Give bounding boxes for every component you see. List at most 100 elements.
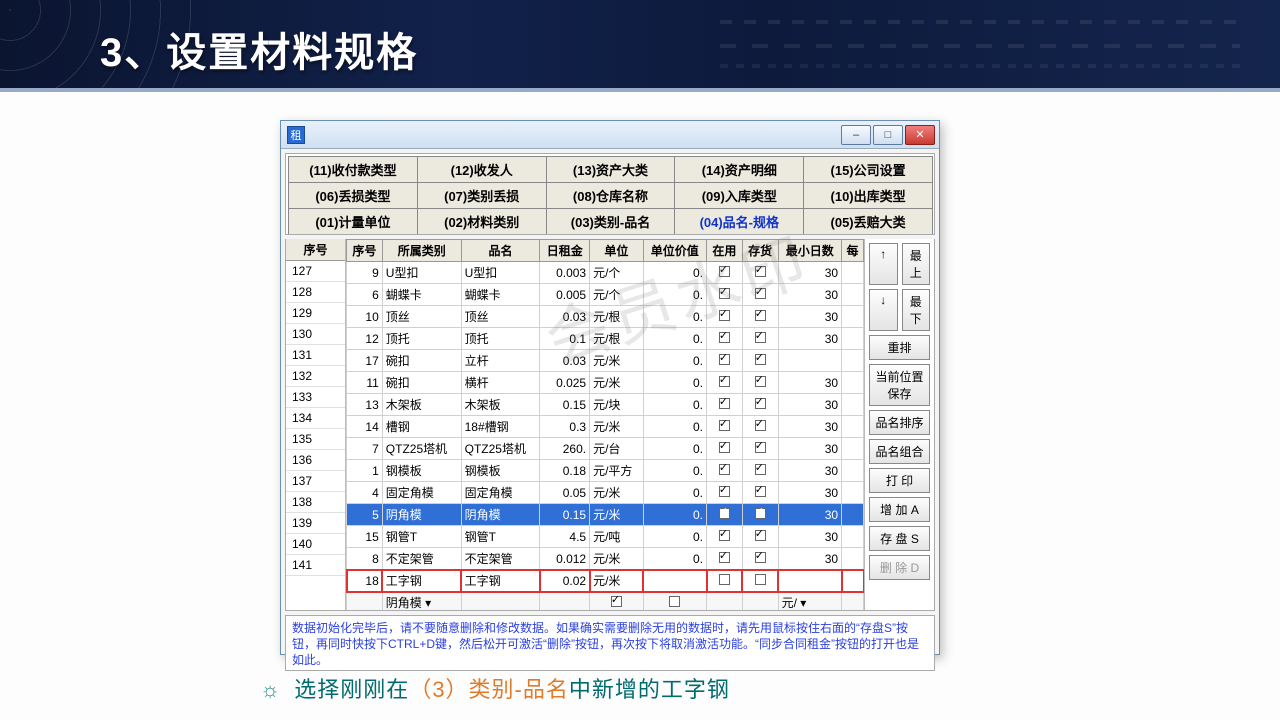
column-header[interactable]: 存货: [742, 240, 778, 262]
checkbox[interactable]: [755, 376, 766, 387]
checkbox[interactable]: [719, 508, 730, 519]
column-header[interactable]: 在用: [707, 240, 743, 262]
index-item[interactable]: 136: [286, 450, 345, 471]
table-row[interactable]: 10顶丝顶丝0.03元/根0.30: [347, 306, 864, 328]
checkbox[interactable]: [719, 530, 730, 541]
save-position-button[interactable]: 当前位置保存: [869, 364, 930, 406]
column-header[interactable]: 序号: [347, 240, 383, 262]
checkbox[interactable]: [755, 354, 766, 365]
table-row[interactable]: 13木架板木架板0.15元/块0.30: [347, 394, 864, 416]
index-item[interactable]: 139: [286, 513, 345, 534]
checkbox[interactable]: [719, 442, 730, 453]
checkbox[interactable]: [755, 508, 766, 519]
table-row[interactable]: 12顶托顶托0.1元/根0.30: [347, 328, 864, 350]
column-header[interactable]: 每: [842, 240, 864, 262]
titlebar[interactable]: 租 – □ ✕: [281, 121, 939, 149]
index-item[interactable]: 135: [286, 429, 345, 450]
index-item[interactable]: 134: [286, 408, 345, 429]
tab[interactable]: (08)仓库名称: [546, 182, 676, 208]
column-header[interactable]: 所属类别: [382, 240, 461, 262]
add-button[interactable]: 增 加 A: [869, 497, 930, 522]
table-row[interactable]: 18工字钢工字钢0.02元/米: [347, 570, 864, 592]
index-item[interactable]: 140: [286, 534, 345, 555]
delete-button[interactable]: 删 除 D: [869, 555, 930, 580]
tab[interactable]: (09)入库类型: [674, 182, 804, 208]
index-item[interactable]: 127: [286, 261, 345, 282]
index-item[interactable]: 130: [286, 324, 345, 345]
tab[interactable]: (15)公司设置: [803, 156, 933, 182]
table-row[interactable]: 11碗扣横杆0.025元/米0.30: [347, 372, 864, 394]
tab[interactable]: (07)类别丢损: [417, 182, 547, 208]
tab[interactable]: (02)材料类别: [417, 208, 547, 234]
table-row[interactable]: 4固定角模固定角模0.05元/米0.30: [347, 482, 864, 504]
column-header[interactable]: 单位价值: [643, 240, 706, 262]
checkbox[interactable]: [755, 442, 766, 453]
checkbox[interactable]: [719, 486, 730, 497]
checkbox[interactable]: [719, 310, 730, 321]
table-row[interactable]: 8不定架管不定架管0.012元/米0.30: [347, 548, 864, 570]
minimize-button[interactable]: –: [841, 125, 871, 145]
checkbox[interactable]: [719, 552, 730, 563]
tab[interactable]: (06)丢损类型: [288, 182, 418, 208]
index-item[interactable]: 129: [286, 303, 345, 324]
checkbox[interactable]: [719, 574, 730, 585]
index-item[interactable]: 133: [286, 387, 345, 408]
checkbox[interactable]: [755, 486, 766, 497]
index-list[interactable]: 序号 1271281291301311321331341351361371381…: [286, 239, 346, 610]
print-button[interactable]: 打 印: [869, 468, 930, 493]
table-row[interactable]: 14槽钢18#槽钢0.3元/米0.30: [347, 416, 864, 438]
tab[interactable]: (04)品名-规格: [674, 208, 804, 234]
table-row[interactable]: 9U型扣U型扣0.003元/个0.30: [347, 262, 864, 284]
move-down-button[interactable]: ↓: [869, 289, 898, 331]
checkbox[interactable]: [719, 354, 730, 365]
index-item[interactable]: 132: [286, 366, 345, 387]
move-up-button[interactable]: ↑: [869, 243, 898, 285]
filter-row[interactable]: 阴角模 ▾元/ ▾: [347, 592, 864, 611]
column-header[interactable]: 日租金: [540, 240, 590, 262]
column-header[interactable]: 最小日数: [778, 240, 841, 262]
maximize-button[interactable]: □: [873, 125, 903, 145]
move-bottom-button[interactable]: 最下: [902, 289, 931, 331]
table-row[interactable]: 17碗扣立杆0.03元/米0.: [347, 350, 864, 372]
checkbox[interactable]: [719, 376, 730, 387]
index-item[interactable]: 131: [286, 345, 345, 366]
save-button[interactable]: 存 盘 S: [869, 526, 930, 551]
checkbox[interactable]: [755, 332, 766, 343]
checkbox[interactable]: [669, 596, 680, 607]
checkbox[interactable]: [611, 596, 622, 607]
checkbox[interactable]: [719, 332, 730, 343]
index-item[interactable]: 138: [286, 492, 345, 513]
table-row[interactable]: 15钢管T钢管T4.5元/吨0.30: [347, 526, 864, 548]
table-row[interactable]: 1钢模板钢模板0.18元/平方0.30: [347, 460, 864, 482]
close-button[interactable]: ✕: [905, 125, 935, 145]
checkbox[interactable]: [755, 530, 766, 541]
checkbox[interactable]: [755, 464, 766, 475]
tab[interactable]: (14)资产明细: [674, 156, 804, 182]
tab[interactable]: (13)资产大类: [546, 156, 676, 182]
checkbox[interactable]: [755, 310, 766, 321]
tab[interactable]: (11)收付款类型: [288, 156, 418, 182]
table-row[interactable]: 6蝴蝶卡蝴蝶卡0.005元/个0.30: [347, 284, 864, 306]
checkbox[interactable]: [755, 398, 766, 409]
checkbox[interactable]: [755, 266, 766, 277]
checkbox[interactable]: [755, 420, 766, 431]
tab[interactable]: (10)出库类型: [803, 182, 933, 208]
index-item[interactable]: 141: [286, 555, 345, 576]
checkbox[interactable]: [755, 552, 766, 563]
checkbox[interactable]: [719, 288, 730, 299]
table-row[interactable]: 5阴角模阴角模0.15元/米0.30: [347, 504, 864, 526]
data-grid[interactable]: 序号所属类别品名日租金单位单位价值在用存货最小日数每 9U型扣U型扣0.003元…: [346, 239, 864, 610]
index-item[interactable]: 128: [286, 282, 345, 303]
column-header[interactable]: 品名: [461, 240, 540, 262]
sort-by-name-button[interactable]: 品名排序: [869, 410, 930, 435]
index-item[interactable]: 137: [286, 471, 345, 492]
checkbox[interactable]: [755, 288, 766, 299]
move-top-button[interactable]: 最上: [902, 243, 931, 285]
tab[interactable]: (03)类别-品名: [546, 208, 676, 234]
tab[interactable]: (05)丢赔大类: [803, 208, 933, 234]
checkbox[interactable]: [719, 398, 730, 409]
group-by-name-button[interactable]: 品名组合: [869, 439, 930, 464]
resort-button[interactable]: 重排: [869, 335, 930, 360]
table-row[interactable]: 7QTZ25塔机QTZ25塔机260.元/台0.30: [347, 438, 864, 460]
checkbox[interactable]: [719, 464, 730, 475]
